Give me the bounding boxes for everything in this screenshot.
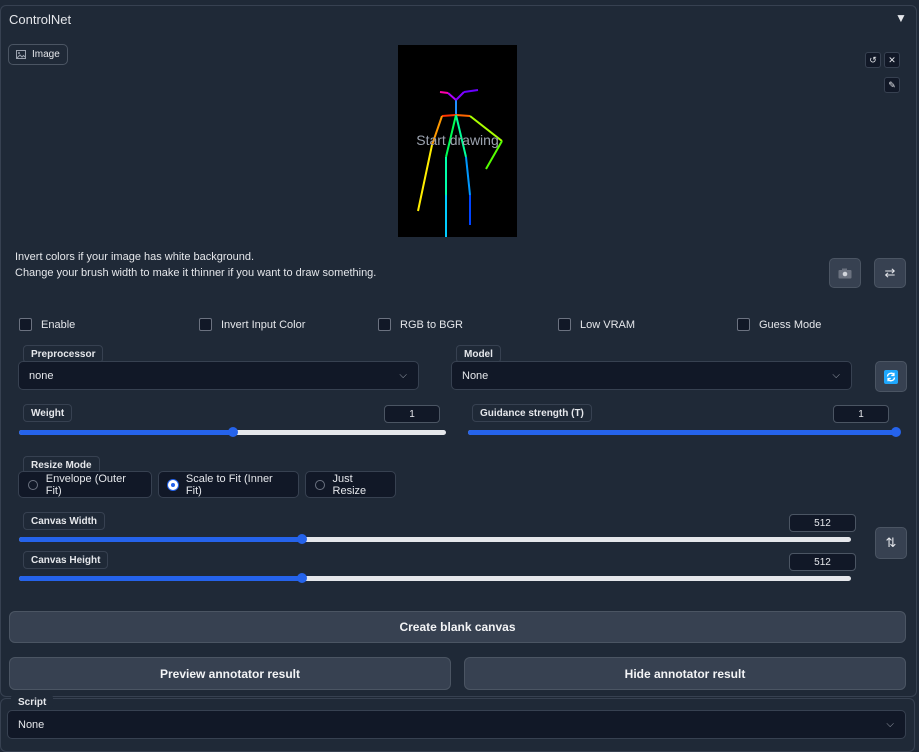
checkbox-low-vram[interactable]: Low VRAM xyxy=(558,318,635,331)
model-value: None xyxy=(462,369,489,382)
preprocessor-value: none xyxy=(29,369,54,382)
camera-icon[interactable] xyxy=(829,258,861,288)
create-blank-canvas-button[interactable]: Create blank canvas xyxy=(9,611,906,643)
checkbox-box[interactable] xyxy=(378,318,391,331)
radio-scale-to-fit[interactable]: Scale to Fit (Inner Fit) xyxy=(158,471,299,498)
weight-input[interactable]: 1 xyxy=(384,405,440,423)
radio-label: Just Resize xyxy=(332,472,367,497)
canvas-width-slider[interactable] xyxy=(19,534,851,544)
slider-handle[interactable] xyxy=(296,534,307,544)
checkbox-box[interactable] xyxy=(19,318,32,331)
checkbox-label: Enable xyxy=(41,318,76,331)
canvas-height-label: Canvas Height xyxy=(23,551,109,569)
guidance-label: Guidance strength (T) xyxy=(472,404,592,422)
chevron-down-icon: ⌵ xyxy=(832,370,840,381)
checkbox-label: Low VRAM xyxy=(580,318,636,331)
triangle-down-icon[interactable]: ▼ xyxy=(895,11,907,25)
radio-dot[interactable] xyxy=(28,479,38,490)
checkbox-label: Guess Mode xyxy=(759,318,822,331)
brush-note: Change your brush width to make it thinn… xyxy=(15,267,377,279)
checkbox-enable[interactable]: Enable xyxy=(19,318,75,331)
radio-dot[interactable] xyxy=(168,479,178,490)
canvas-height-slider[interactable] xyxy=(19,573,851,583)
refresh-icon xyxy=(884,369,898,384)
refresh-models-button[interactable] xyxy=(875,361,907,392)
slider-fill xyxy=(468,430,896,435)
swap-dimensions-icon[interactable]: ⇅ xyxy=(875,527,907,559)
guidance-input[interactable]: 1 xyxy=(833,405,889,423)
slider-fill xyxy=(19,537,302,542)
checkbox-label: RGB to BGR xyxy=(400,318,463,331)
guidance-slider[interactable] xyxy=(468,427,901,437)
checkbox-label: Invert Input Color xyxy=(221,318,306,331)
checkbox-box[interactable] xyxy=(737,318,750,331)
canvas-width-input[interactable]: 512 xyxy=(789,514,856,532)
close-icon[interactable]: ✕ xyxy=(884,52,900,68)
slider-handle[interactable] xyxy=(227,427,238,437)
checkbox-box[interactable] xyxy=(199,318,212,331)
script-dropdown[interactable]: None ⌵ xyxy=(7,710,906,739)
slider-fill xyxy=(19,430,233,435)
weight-slider[interactable] xyxy=(19,427,446,437)
model-dropdown[interactable]: None ⌵ xyxy=(451,361,852,390)
invert-note: Invert colors if your image has white ba… xyxy=(15,251,255,263)
start-drawing-overlay: Start drawing xyxy=(416,132,499,148)
radio-dot[interactable] xyxy=(315,479,325,490)
canvas-width-label: Canvas Width xyxy=(23,512,106,530)
canvas-height-input[interactable]: 512 xyxy=(789,553,856,571)
swap-icon[interactable]: ⇄ xyxy=(874,258,906,288)
weight-label: Weight xyxy=(23,404,73,422)
checkbox-box[interactable] xyxy=(558,318,571,331)
slider-fill xyxy=(19,576,302,581)
radio-label: Envelope (Outer Fit) xyxy=(45,472,126,497)
slider-handle[interactable] xyxy=(296,573,307,583)
chevron-down-icon: ⌵ xyxy=(399,370,407,381)
checkbox-guess-mode[interactable]: Guess Mode xyxy=(737,318,821,331)
undo-icon[interactable]: ↺ xyxy=(865,52,881,68)
radio-envelope[interactable]: Envelope (Outer Fit) xyxy=(18,471,152,498)
script-value: None xyxy=(18,718,45,731)
checkbox-rgb-to-bgr[interactable]: RGB to BGR xyxy=(378,318,463,331)
radio-label: Scale to Fit (Inner Fit) xyxy=(185,472,273,497)
panel-title: ControlNet xyxy=(9,12,72,27)
radio-just-resize[interactable]: Just Resize xyxy=(305,471,396,498)
image-label-chip: Image xyxy=(8,44,68,65)
image-icon xyxy=(16,50,26,59)
slider-handle[interactable] xyxy=(891,427,901,437)
checkbox-invert-input-color[interactable]: Invert Input Color xyxy=(199,318,305,331)
chevron-down-icon: ⌵ xyxy=(886,719,894,730)
preview-annotator-button[interactable]: Preview annotator result xyxy=(9,657,451,690)
image-label: Image xyxy=(32,49,60,60)
hide-annotator-button[interactable]: Hide annotator result xyxy=(464,657,906,690)
script-label: Script xyxy=(11,694,54,710)
preprocessor-dropdown[interactable]: none ⌵ xyxy=(18,361,419,390)
brush-icon[interactable]: ✎ xyxy=(884,77,900,93)
